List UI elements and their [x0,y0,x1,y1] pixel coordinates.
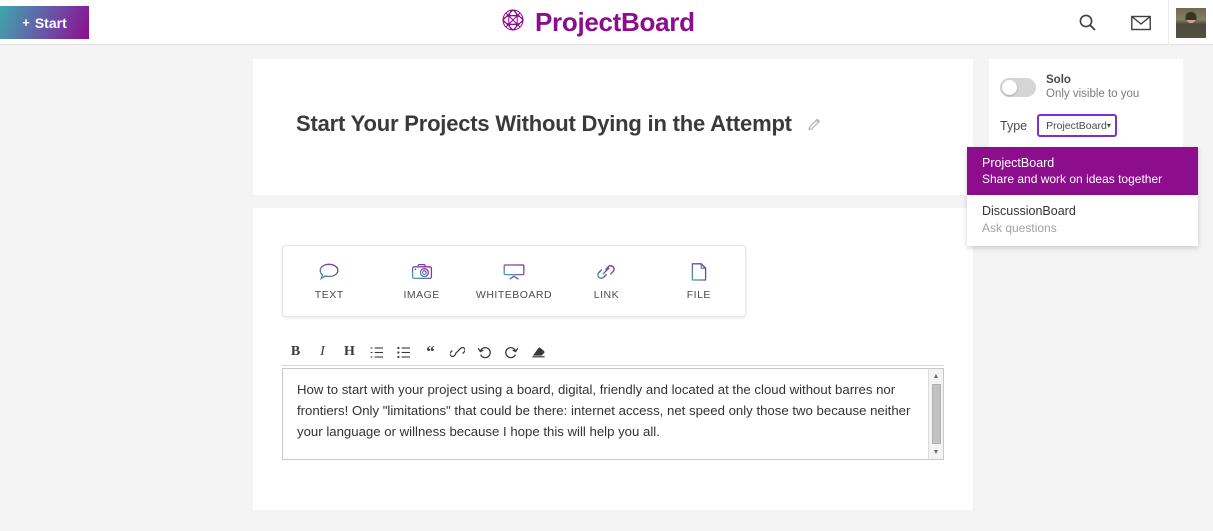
speech-bubble-icon [318,261,340,282]
start-button-label: Start [34,14,67,31]
clear-format-button[interactable] [525,340,552,365]
title-card: Start Your Projects Without Dying in the… [253,59,973,195]
avatar[interactable] [1168,0,1213,45]
editor-content[interactable]: How to start with your project using a b… [283,369,928,459]
brand-logo[interactable]: ProjectBoard [500,6,695,39]
settings-panel: Solo Only visible to you Type ProjectBoa… [989,59,1183,147]
solo-subtitle: Only visible to you [1046,88,1140,101]
content-type-file[interactable]: FILE [653,246,745,316]
content-type-label: LINK [593,289,620,301]
link-chain-icon [595,261,617,282]
unordered-list-button[interactable] [390,340,417,365]
brand-name: ProjectBoard [535,7,695,37]
undo-button[interactable] [471,340,498,365]
heading-button[interactable]: H [336,340,363,365]
dropdown-option-discussionboard[interactable]: DiscussionBoard Ask questions [967,195,1198,243]
solo-setting-row: Solo Only visible to you [1000,73,1139,102]
dropdown-option-projectboard[interactable]: ProjectBoard Share and work on ideas tog… [967,147,1198,196]
start-button[interactable]: + Start [0,6,89,39]
geodesic-sphere-icon [500,7,526,38]
italic-button[interactable]: I [309,340,336,365]
whiteboard-icon [502,261,526,282]
envelope-icon[interactable] [1114,0,1168,45]
chevron-down-icon: ▾ [1106,121,1111,130]
plus-icon: + [22,15,30,30]
solo-text: Solo Only visible to you [1046,73,1139,102]
content-type-image[interactable]: IMAGE [375,246,467,316]
search-icon[interactable] [1060,0,1114,45]
scrollbar-thumb[interactable] [931,384,941,444]
dropdown-option-description: Share and work on ideas together [982,172,1163,187]
type-select-value: ProjectBoard [1046,119,1107,132]
dropdown-option-name: ProjectBoard [982,156,1055,170]
type-label: Type [1000,118,1028,133]
content-type-label: WHITEBOARD [475,289,553,301]
camera-icon [411,261,433,282]
scroll-down-icon[interactable]: ▼ [929,445,944,459]
dropdown-option-description: Ask questions [982,220,1057,235]
content-type-label: IMAGE [403,289,440,301]
file-add-icon [689,261,709,282]
content-type-text[interactable]: TEXT [283,246,375,316]
topbar-actions [1060,0,1213,45]
bold-button[interactable]: B [282,340,309,365]
content-type-label: FILE [686,289,711,301]
page-title: Start Your Projects Without Dying in the… [296,111,792,136]
solo-toggle[interactable] [1000,77,1036,97]
link-button[interactable] [444,340,471,365]
type-setting-row: Type ProjectBoard ▾ [1000,114,1118,137]
scroll-up-icon[interactable]: ▲ [929,369,944,383]
pencil-icon[interactable] [807,117,822,137]
editor-textarea[interactable]: How to start with your project using a b… [282,368,944,460]
dropdown-option-name: DiscussionBoard [982,204,1076,219]
content-type-link[interactable]: LINK [560,246,652,316]
redo-button[interactable] [498,340,525,365]
rich-text-toolbar: B I H “ [282,339,944,366]
editor-card: TEXT IMAGE WHITEBOARD LINK FILE B I H “ … [253,208,973,510]
content-type-whiteboard[interactable]: WHITEBOARD [468,246,560,316]
editor-scrollbar[interactable]: ▲ ▼ [928,369,943,459]
type-dropdown-menu: ProjectBoard Share and work on ideas tog… [967,147,1198,246]
ordered-list-button[interactable] [363,340,390,365]
type-select[interactable]: ProjectBoard ▾ [1037,114,1118,137]
user-avatar-image [1176,7,1206,38]
content-type-label: TEXT [314,289,344,301]
content-type-bar: TEXT IMAGE WHITEBOARD LINK FILE [282,245,746,317]
blockquote-button[interactable]: “ [417,340,444,365]
top-navigation-bar: + Start ProjectBoard [0,0,1213,45]
solo-title: Solo [1046,74,1071,86]
